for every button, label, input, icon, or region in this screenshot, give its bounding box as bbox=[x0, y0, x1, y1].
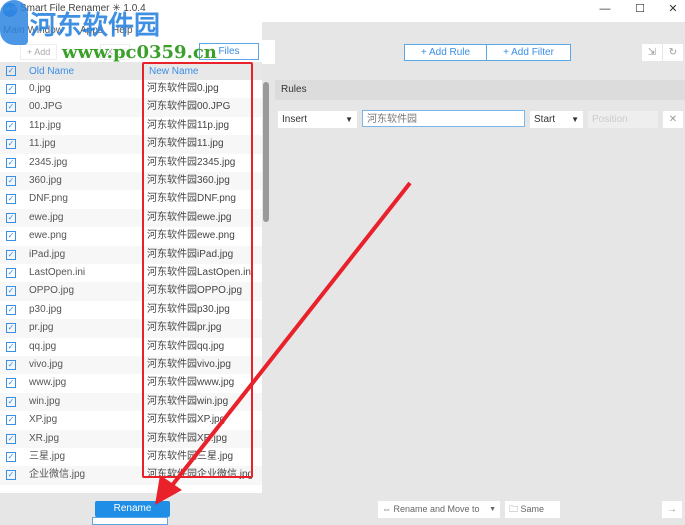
watermark-url: www.pc0359.cn bbox=[62, 42, 217, 63]
watermark-logo bbox=[0, 0, 28, 45]
annotation-arrow bbox=[155, 181, 412, 505]
watermark-name: 河东软件园 bbox=[30, 11, 161, 41]
